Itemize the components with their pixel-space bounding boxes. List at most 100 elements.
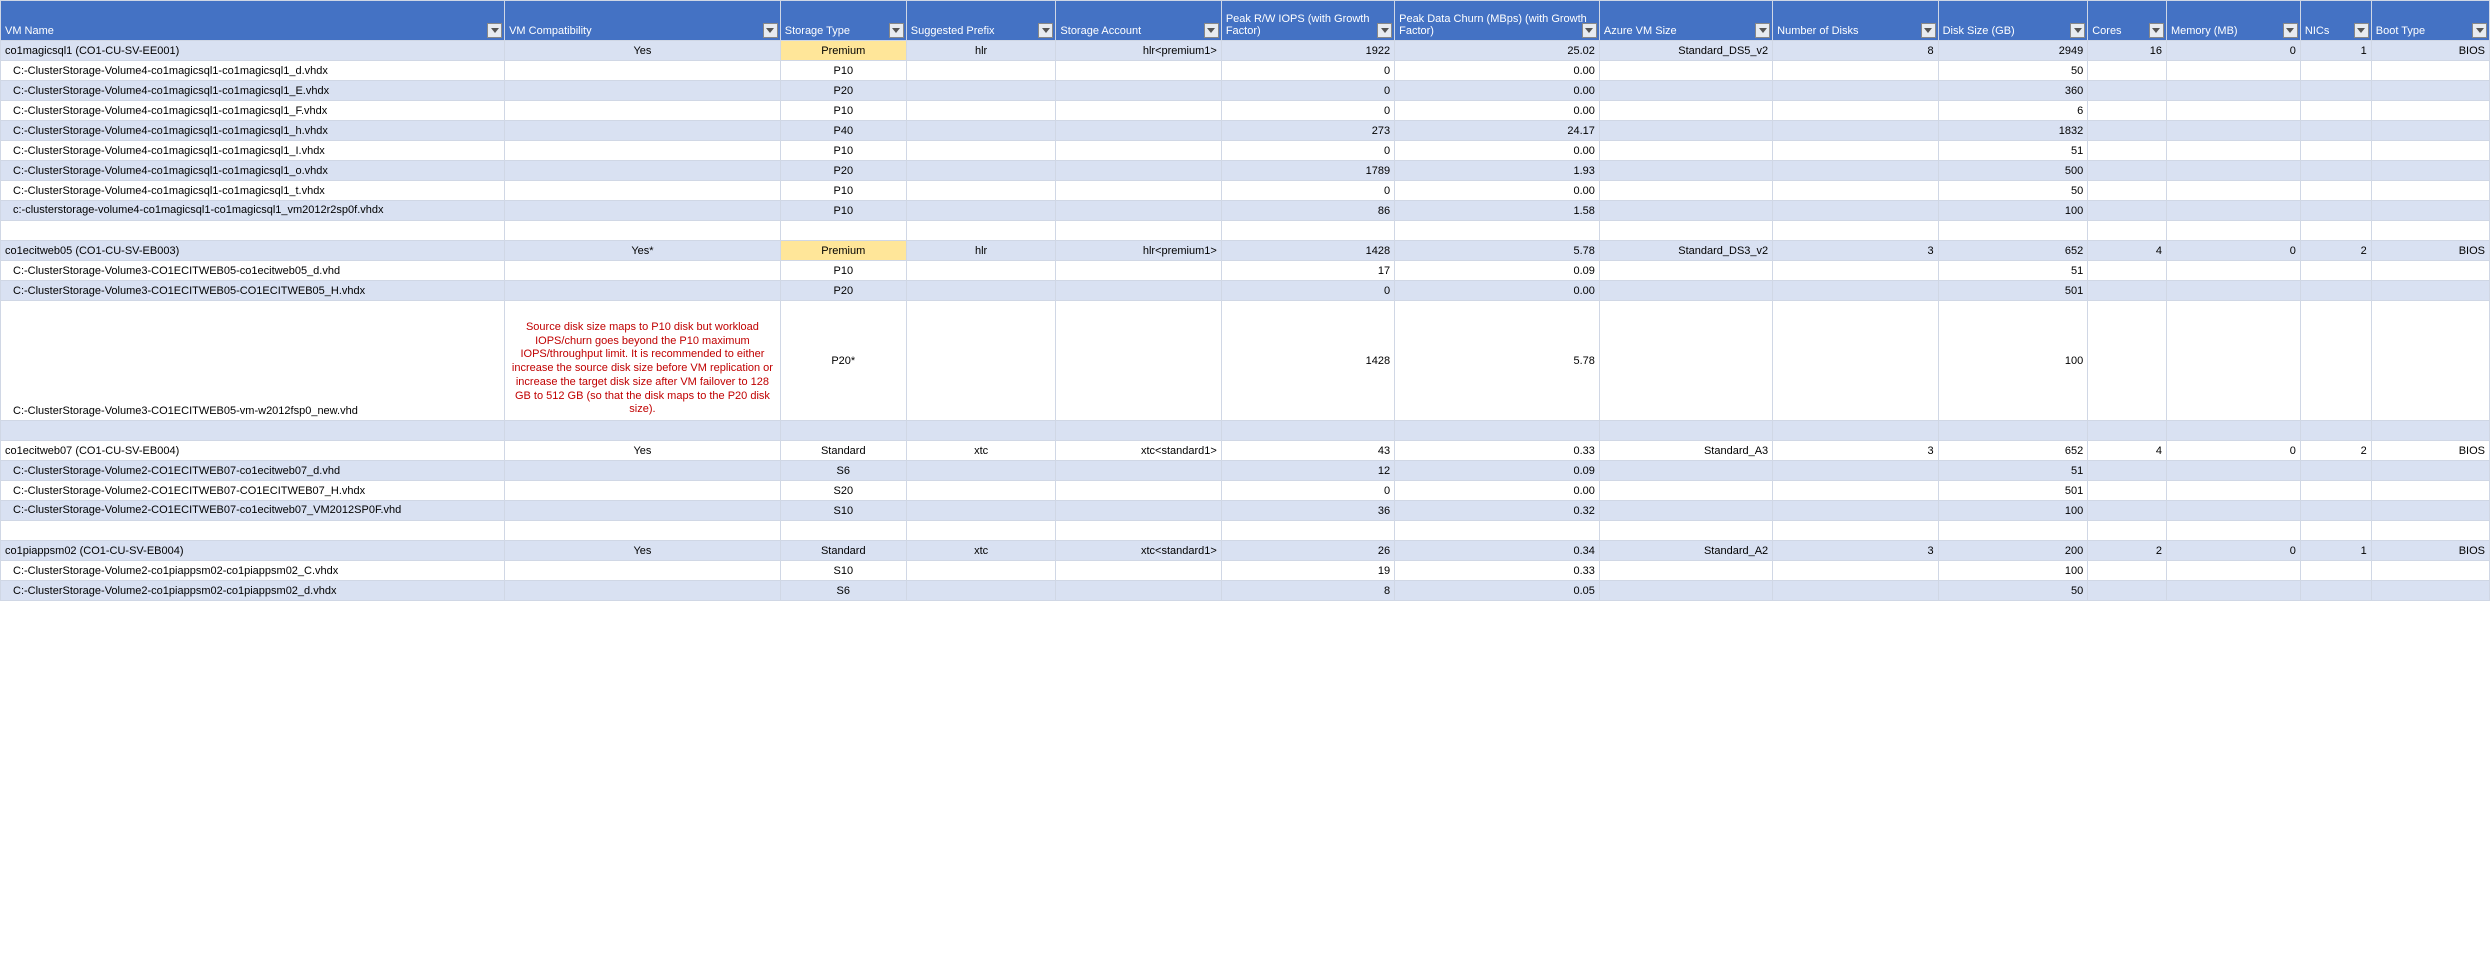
cores-cell[interactable]: [2088, 161, 2167, 181]
prefix-cell[interactable]: [906, 81, 1056, 101]
mem-cell[interactable]: 0: [2166, 241, 2300, 261]
vm-name-cell[interactable]: C:-ClusterStorage-Volume2-co1piappsm02-c…: [1, 561, 505, 581]
account-cell[interactable]: [1056, 461, 1221, 481]
empty-cell[interactable]: [2088, 221, 2167, 241]
vm-name-cell[interactable]: C:-ClusterStorage-Volume2-CO1ECITWEB07-c…: [1, 461, 505, 481]
vmsize-cell[interactable]: Standard_A3: [1599, 441, 1772, 461]
account-cell[interactable]: [1056, 481, 1221, 501]
hdr-dsize[interactable]: Disk Size (GB): [1938, 1, 2088, 41]
table-row[interactable]: co1magicsql1 (CO1-CU-SV-EE001)YesPremium…: [1, 41, 2490, 61]
filter-icon[interactable]: [2070, 23, 2085, 38]
churn-cell[interactable]: 0.00: [1395, 481, 1600, 501]
nic-cell[interactable]: 2: [2300, 441, 2371, 461]
vmsize-cell[interactable]: [1599, 281, 1772, 301]
storage-type-cell[interactable]: Premium: [780, 41, 906, 61]
vm-name-cell[interactable]: C:-ClusterStorage-Volume4-co1magicsql1-c…: [1, 61, 505, 81]
vm-name-cell[interactable]: co1ecitweb07 (CO1-CU-SV-EB004): [1, 441, 505, 461]
cores-cell[interactable]: 4: [2088, 241, 2167, 261]
mem-cell[interactable]: [2166, 461, 2300, 481]
table-row[interactable]: C:-ClusterStorage-Volume4-co1magicsql1-c…: [1, 61, 2490, 81]
empty-cell[interactable]: [906, 421, 1056, 441]
storage-type-cell[interactable]: Standard: [780, 541, 906, 561]
prefix-cell[interactable]: [906, 61, 1056, 81]
prefix-cell[interactable]: [906, 161, 1056, 181]
churn-cell[interactable]: 0.00: [1395, 141, 1600, 161]
filter-icon[interactable]: [763, 23, 778, 38]
nic-cell[interactable]: [2300, 561, 2371, 581]
prefix-cell[interactable]: [906, 561, 1056, 581]
dsize-cell[interactable]: 51: [1938, 141, 2088, 161]
empty-cell[interactable]: [2166, 221, 2300, 241]
ndisks-cell[interactable]: [1773, 121, 1938, 141]
empty-cell[interactable]: [1056, 421, 1221, 441]
prefix-cell[interactable]: [906, 261, 1056, 281]
vmsize-cell[interactable]: Standard_A2: [1599, 541, 1772, 561]
account-cell[interactable]: [1056, 161, 1221, 181]
empty-cell[interactable]: [2166, 421, 2300, 441]
dsize-cell[interactable]: 501: [1938, 281, 2088, 301]
boot-cell[interactable]: [2371, 461, 2489, 481]
iops-cell[interactable]: 0: [1221, 141, 1394, 161]
boot-cell[interactable]: BIOS: [2371, 541, 2489, 561]
cores-cell[interactable]: [2088, 61, 2167, 81]
vmsize-cell[interactable]: [1599, 481, 1772, 501]
vm-name-cell[interactable]: C:-ClusterStorage-Volume4-co1magicsql1-c…: [1, 181, 505, 201]
table-row[interactable]: C:-ClusterStorage-Volume4-co1magicsql1-c…: [1, 101, 2490, 121]
boot-cell[interactable]: BIOS: [2371, 441, 2489, 461]
empty-cell[interactable]: [1599, 221, 1772, 241]
ndisks-cell[interactable]: 8: [1773, 41, 1938, 61]
nic-cell[interactable]: [2300, 121, 2371, 141]
table-row[interactable]: [1, 221, 2490, 241]
churn-cell[interactable]: 24.17: [1395, 121, 1600, 141]
cores-cell[interactable]: [2088, 101, 2167, 121]
storage-type-cell[interactable]: P20: [780, 281, 906, 301]
table-row[interactable]: C:-ClusterStorage-Volume2-co1piappsm02-c…: [1, 561, 2490, 581]
churn-cell[interactable]: 0.00: [1395, 281, 1600, 301]
ndisks-cell[interactable]: [1773, 301, 1938, 421]
mem-cell[interactable]: [2166, 181, 2300, 201]
compatibility-cell[interactable]: [505, 101, 781, 121]
empty-cell[interactable]: [1, 221, 505, 241]
vmsize-cell[interactable]: [1599, 121, 1772, 141]
prefix-cell[interactable]: [906, 181, 1056, 201]
iops-cell[interactable]: 1428: [1221, 301, 1394, 421]
cores-cell[interactable]: [2088, 301, 2167, 421]
filter-icon[interactable]: [1582, 23, 1597, 38]
prefix-cell[interactable]: [906, 121, 1056, 141]
ndisks-cell[interactable]: [1773, 201, 1938, 221]
vm-name-cell[interactable]: C:-ClusterStorage-Volume4-co1magicsql1-c…: [1, 161, 505, 181]
account-cell[interactable]: [1056, 61, 1221, 81]
mem-cell[interactable]: 0: [2166, 41, 2300, 61]
storage-type-cell[interactable]: Standard: [780, 441, 906, 461]
empty-cell[interactable]: [780, 221, 906, 241]
prefix-cell[interactable]: [906, 201, 1056, 221]
hdr-vm[interactable]: VM Name: [1, 1, 505, 41]
iops-cell[interactable]: 1922: [1221, 41, 1394, 61]
empty-cell[interactable]: [1938, 221, 2088, 241]
empty-cell[interactable]: [2088, 521, 2167, 541]
nic-cell[interactable]: [2300, 481, 2371, 501]
iops-cell[interactable]: 19: [1221, 561, 1394, 581]
ndisks-cell[interactable]: 3: [1773, 441, 1938, 461]
cores-cell[interactable]: [2088, 481, 2167, 501]
dsize-cell[interactable]: 652: [1938, 441, 2088, 461]
iops-cell[interactable]: 17: [1221, 261, 1394, 281]
cores-cell[interactable]: [2088, 581, 2167, 601]
iops-cell[interactable]: 36: [1221, 501, 1394, 521]
filter-icon[interactable]: [1204, 23, 1219, 38]
compatibility-cell[interactable]: [505, 481, 781, 501]
nic-cell[interactable]: [2300, 141, 2371, 161]
vmsize-cell[interactable]: Standard_DS3_v2: [1599, 241, 1772, 261]
table-row[interactable]: c:-clusterstorage-volume4-co1magicsql1-c…: [1, 201, 2490, 221]
vmsize-cell[interactable]: [1599, 201, 1772, 221]
hdr-acct[interactable]: Storage Account: [1056, 1, 1221, 41]
dsize-cell[interactable]: 501: [1938, 481, 2088, 501]
iops-cell[interactable]: 1789: [1221, 161, 1394, 181]
storage-type-cell[interactable]: Premium: [780, 241, 906, 261]
empty-cell[interactable]: [1, 421, 505, 441]
dsize-cell[interactable]: 100: [1938, 301, 2088, 421]
empty-cell[interactable]: [2300, 421, 2371, 441]
empty-cell[interactable]: [906, 521, 1056, 541]
empty-cell[interactable]: [1773, 521, 1938, 541]
empty-cell[interactable]: [2300, 221, 2371, 241]
